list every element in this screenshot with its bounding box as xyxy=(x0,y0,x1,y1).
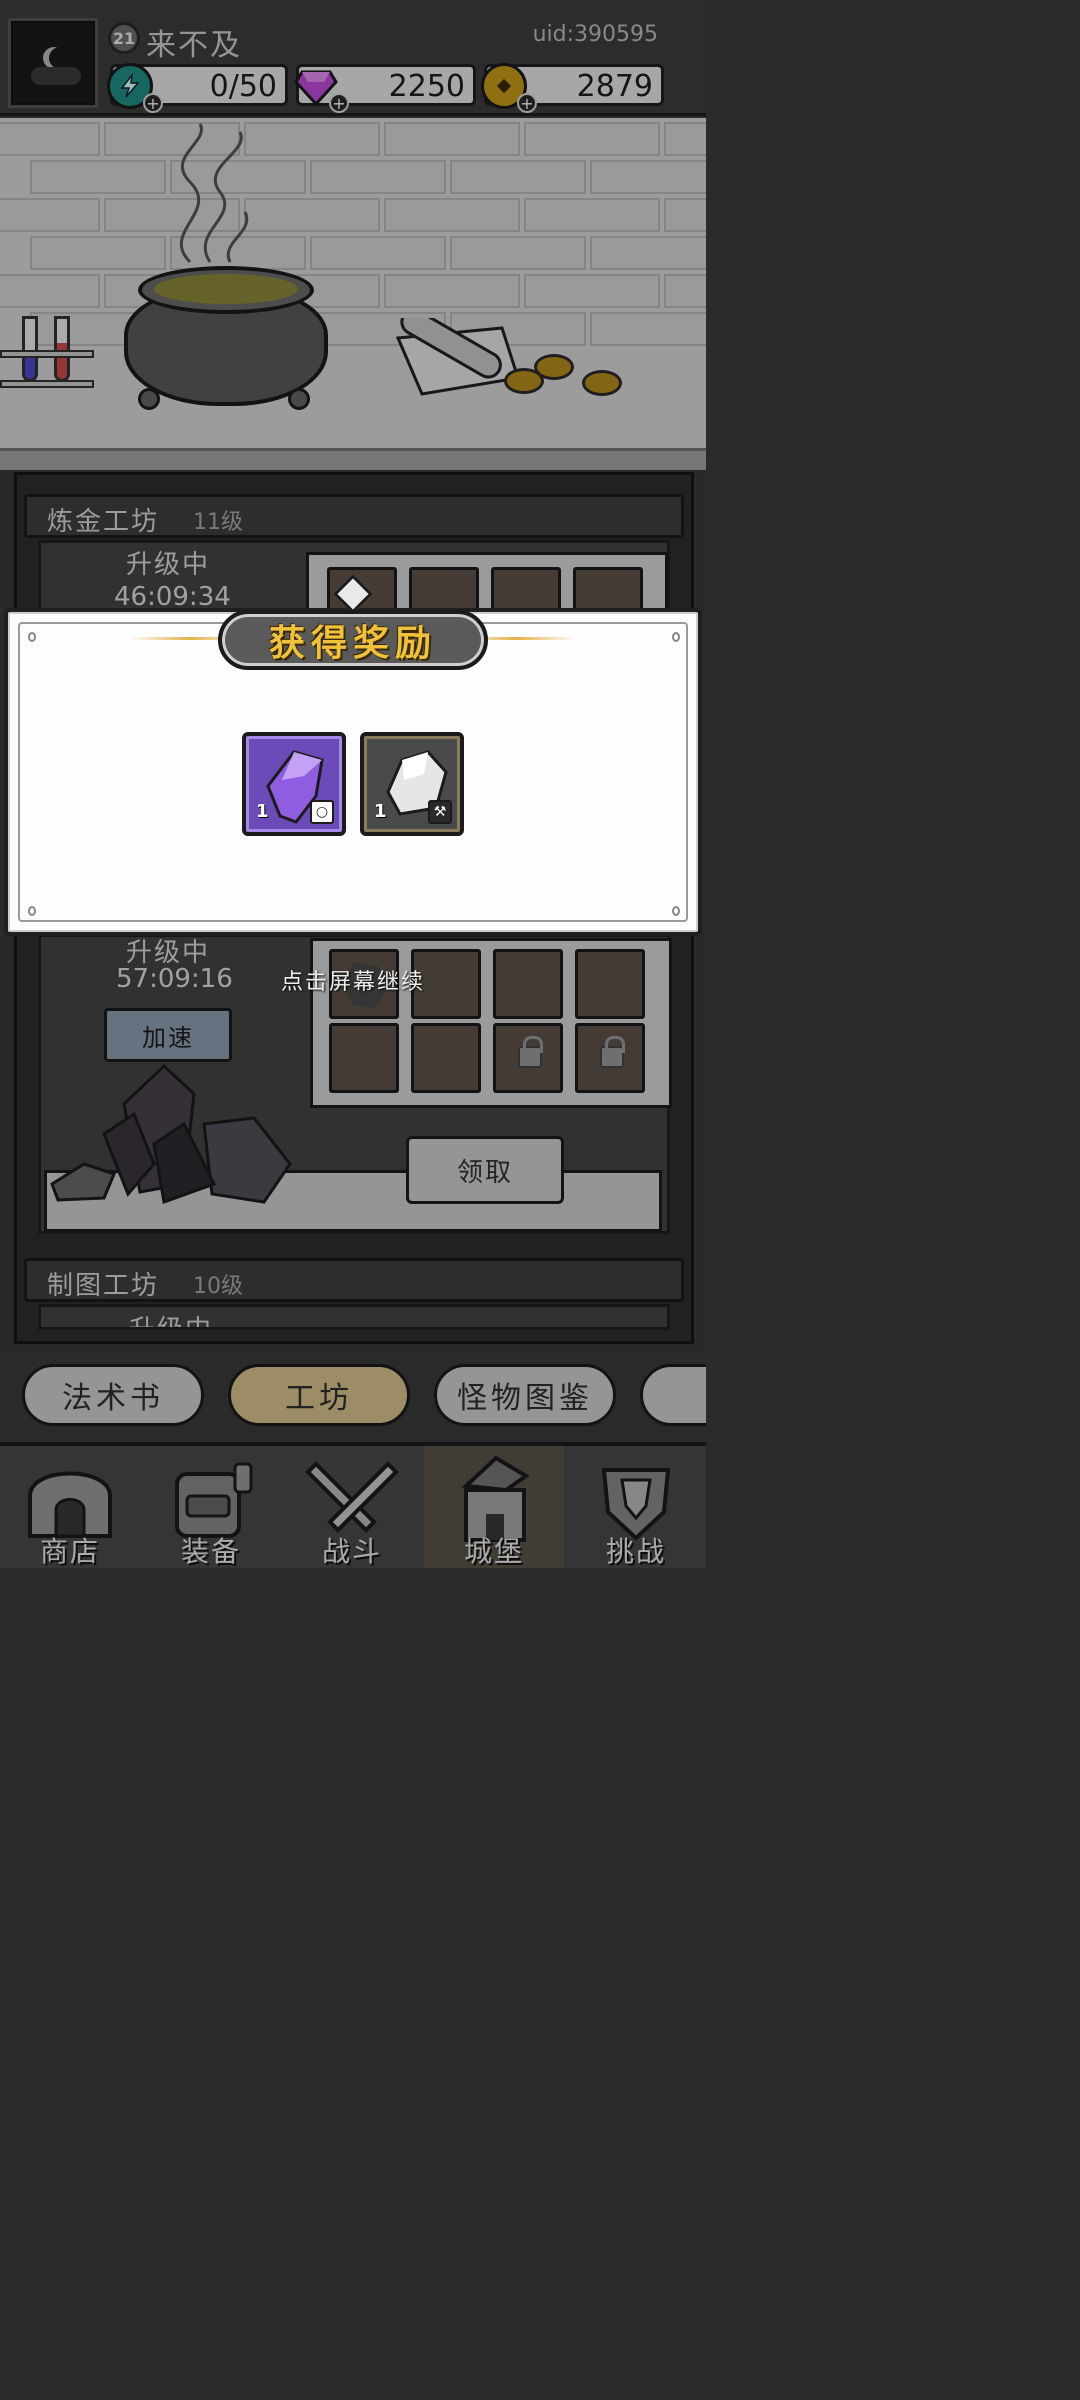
reward-item-white-ore[interactable]: 1 ⚒ xyxy=(360,732,464,836)
accessory-tag-icon: ○ xyxy=(310,800,334,824)
rivet xyxy=(672,632,680,642)
hammer-tag-icon: ⚒ xyxy=(428,800,452,824)
game-screen: 21 来不及 uid:390595 + 0/50 + 2250 + 2879 炼… xyxy=(0,0,706,1568)
rivet xyxy=(28,906,36,916)
popup-title: 获得奖励 xyxy=(268,622,437,664)
reward-item-purple-crystal[interactable]: 1 ○ xyxy=(242,732,346,836)
tap-to-continue-hint: 点击屏幕继续 xyxy=(280,970,425,995)
reward-count: 1 xyxy=(374,801,387,822)
rivet xyxy=(28,632,36,642)
reward-count: 1 xyxy=(256,801,269,822)
rivet xyxy=(672,906,680,916)
